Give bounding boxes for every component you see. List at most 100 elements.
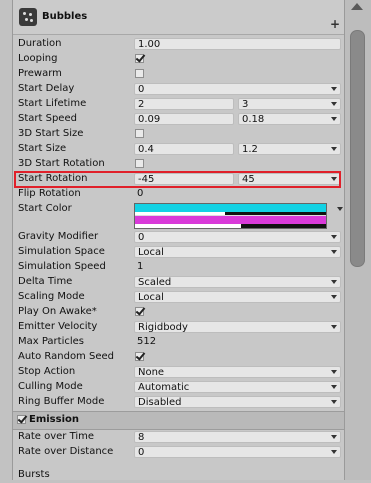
delta-time-label: Delta Time [18, 276, 73, 287]
dropdown-arrow-icon[interactable] [331, 370, 337, 374]
row-start-lifetime: Start Lifetime 2 3 [13, 97, 344, 112]
start-size-min-field[interactable]: 0.4 [134, 143, 234, 155]
dropdown-arrow-icon[interactable] [331, 117, 337, 121]
start-color-gradient[interactable] [134, 203, 327, 229]
rate-over-time-field[interactable]: 8 [134, 431, 341, 443]
row-start-speed: Start Speed 0.09 0.18 [13, 112, 344, 127]
dropdown-arrow-icon[interactable] [331, 295, 337, 299]
rate-over-distance-field[interactable]: 0 [134, 446, 341, 458]
dropdown-arrow-icon[interactable] [331, 280, 337, 284]
auto-random-seed-checkbox[interactable] [135, 352, 144, 361]
scaling-mode-label: Scaling Mode [18, 291, 85, 302]
dropdown-arrow-icon[interactable] [331, 235, 337, 239]
add-icon[interactable]: + [330, 18, 340, 30]
start-delay-label: Start Delay [18, 83, 75, 94]
row-start-size: Start Size 0.4 1.2 [13, 142, 344, 157]
stop-action-select[interactable]: None [134, 366, 341, 378]
start-lifetime-max-value: 3 [242, 99, 249, 110]
row-start-delay: Start Delay 0 [13, 82, 344, 97]
simulation-space-select[interactable]: Local [134, 246, 341, 258]
ring-buffer-mode-select[interactable]: Disabled [134, 396, 341, 408]
row-stop-action: Stop Action None [13, 365, 344, 380]
gradient-max-color [135, 216, 326, 224]
stop-action-label: Stop Action [18, 366, 76, 377]
delta-time-select[interactable]: Scaled [134, 276, 341, 288]
start-lifetime-max-field[interactable]: 3 [238, 98, 341, 110]
start-speed-label: Start Speed [18, 113, 77, 124]
looping-label: Looping [18, 53, 58, 64]
prewarm-checkbox[interactable] [135, 69, 144, 78]
start-size-label: Start Size [18, 143, 67, 154]
row-looping: Looping [13, 52, 344, 67]
delta-time-value: Scaled [138, 277, 172, 288]
duration-label: Duration [18, 38, 62, 49]
scrollbar-thumb[interactable] [350, 30, 365, 267]
row-simulation-speed: Simulation Speed 1 [13, 260, 344, 275]
simulation-space-label: Simulation Space [18, 246, 105, 257]
stop-action-value: None [138, 367, 165, 378]
3d-start-rotation-label: 3D Start Rotation [18, 158, 105, 169]
start-speed-max-field[interactable]: 0.18 [238, 113, 341, 125]
bursts-label: Bursts [18, 469, 50, 480]
gradient-max-alpha-dark [241, 224, 326, 228]
particle-system-inspector: Bubbles + Duration 1.00 Looping Prewarm … [12, 0, 344, 480]
row-bursts: Bursts [13, 468, 344, 483]
flip-rotation-value[interactable]: 0 [137, 188, 143, 199]
dropdown-arrow-icon[interactable] [331, 385, 337, 389]
emission-module-header[interactable]: Emission [13, 411, 344, 430]
inspector-scrollbar[interactable] [344, 0, 371, 480]
row-rate-over-distance: Rate over Distance 0 [13, 445, 344, 460]
3d-start-size-checkbox[interactable] [135, 129, 144, 138]
start-speed-min-field[interactable]: 0.09 [134, 113, 234, 125]
row-scaling-mode: Scaling Mode Local [13, 290, 344, 305]
emission-enabled-checkbox[interactable] [17, 415, 26, 424]
gradient-min-alpha-dark [225, 212, 326, 215]
dropdown-arrow-icon[interactable] [331, 87, 337, 91]
start-delay-field[interactable]: 0 [134, 83, 341, 95]
row-play-on-awake: Play On Awake* [13, 305, 344, 320]
row-prewarm: Prewarm [13, 67, 344, 82]
flip-rotation-label: Flip Rotation [18, 188, 81, 199]
culling-mode-select[interactable]: Automatic [134, 381, 341, 393]
row-delta-time: Delta Time Scaled [13, 275, 344, 290]
simulation-space-value: Local [138, 247, 164, 258]
gravity-modifier-value: 0 [138, 232, 145, 243]
particle-system-icon [19, 8, 37, 26]
3d-start-rotation-checkbox[interactable] [135, 159, 144, 168]
max-particles-value[interactable]: 512 [137, 336, 156, 347]
dropdown-arrow-icon[interactable] [331, 450, 337, 454]
dropdown-arrow-icon[interactable] [331, 325, 337, 329]
ring-buffer-mode-value: Disabled [138, 397, 182, 408]
start-delay-value: 0 [138, 84, 145, 95]
gravity-modifier-field[interactable]: 0 [134, 231, 341, 243]
row-emitter-velocity: Emitter Velocity Rigidbody [13, 320, 344, 335]
scroll-up-arrow-icon[interactable] [351, 3, 363, 10]
emission-title: Emission [29, 414, 79, 425]
dropdown-arrow-icon[interactable] [331, 400, 337, 404]
start-lifetime-min-field[interactable]: 2 [134, 98, 234, 110]
emitter-velocity-label: Emitter Velocity [18, 321, 98, 332]
row-simulation-space: Simulation Space Local [13, 245, 344, 260]
emitter-velocity-select[interactable]: Rigidbody [134, 321, 341, 333]
max-particles-label: Max Particles [18, 336, 85, 347]
dropdown-arrow-icon[interactable] [331, 435, 337, 439]
looping-checkbox[interactable] [135, 54, 144, 63]
start-lifetime-label: Start Lifetime [18, 98, 87, 109]
dropdown-arrow-icon[interactable] [337, 207, 343, 211]
dropdown-arrow-icon[interactable] [331, 147, 337, 151]
row-flip-rotation: Flip Rotation 0 [13, 187, 344, 202]
play-on-awake-checkbox[interactable] [135, 307, 144, 316]
culling-mode-value: Automatic [138, 382, 190, 393]
scaling-mode-select[interactable]: Local [134, 291, 341, 303]
start-size-max-field[interactable]: 1.2 [238, 143, 341, 155]
rate-over-distance-value: 0 [138, 447, 145, 458]
simulation-speed-value[interactable]: 1 [137, 261, 143, 272]
duration-field[interactable]: 1.00 [134, 38, 341, 50]
start-size-max-value: 1.2 [242, 144, 258, 155]
3d-start-size-label: 3D Start Size [18, 128, 84, 139]
start-color-label: Start Color [18, 203, 72, 214]
play-on-awake-label: Play On Awake* [18, 306, 97, 317]
dropdown-arrow-icon[interactable] [331, 102, 337, 106]
dropdown-arrow-icon[interactable] [331, 250, 337, 254]
module-header: Bubbles + [13, 0, 344, 35]
